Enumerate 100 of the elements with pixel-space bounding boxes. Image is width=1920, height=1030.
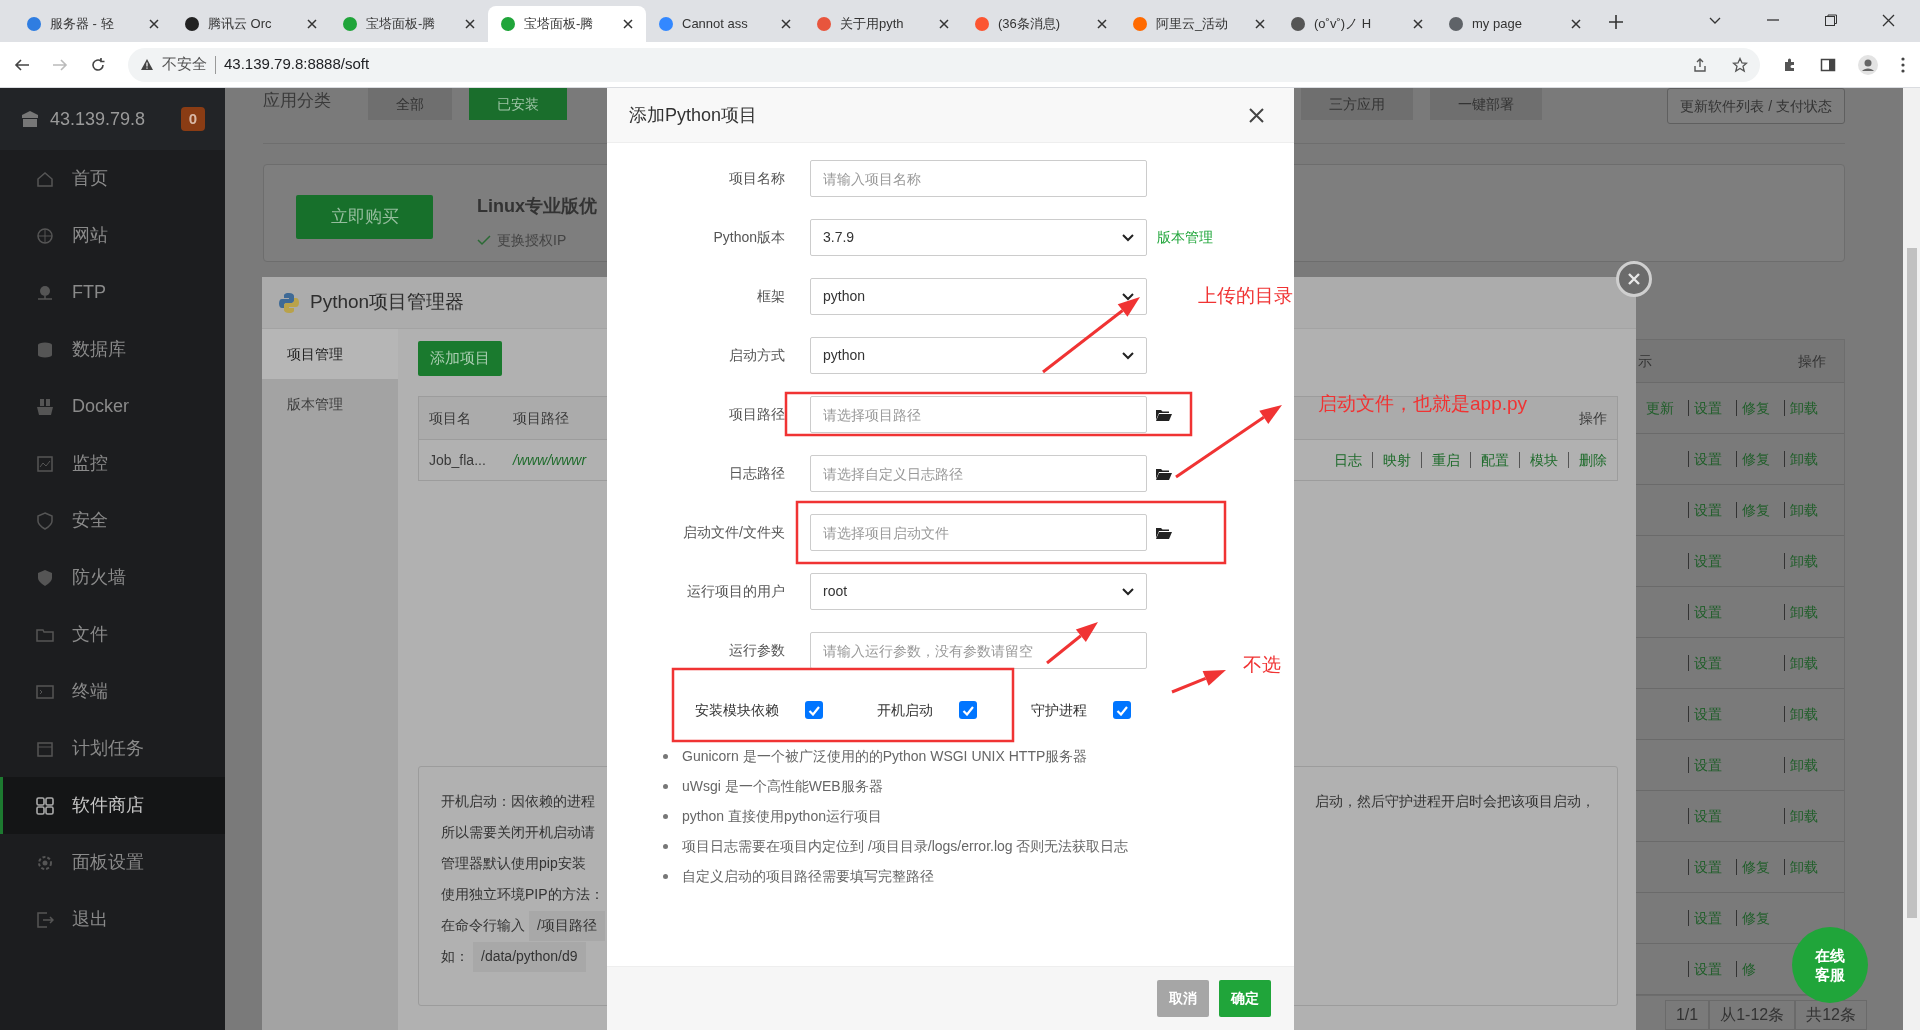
action-link[interactable]: 设置 [1694, 601, 1722, 623]
profile-icon[interactable] [1858, 54, 1878, 75]
action-link[interactable]: 日志 [1334, 449, 1362, 471]
browser-tab[interactable]: (36条消息) [962, 6, 1120, 42]
select-field[interactable]: root [810, 573, 1147, 610]
sidebar-item[interactable]: 安全 [0, 492, 225, 549]
close-icon[interactable] [148, 18, 160, 30]
action-link[interactable]: 设置 [1694, 397, 1722, 419]
buy-button[interactable]: 立即购买 [296, 194, 433, 239]
action-link[interactable]: 卸载 [1790, 703, 1818, 725]
sidebar-toggle-icon[interactable] [1820, 56, 1836, 73]
input-field[interactable]: 请输入项目名称 [810, 160, 1147, 197]
action-link[interactable]: 修复 [1742, 856, 1770, 878]
action-link[interactable]: 卸载 [1790, 448, 1818, 470]
action-link[interactable]: 设置 [1694, 907, 1722, 929]
select-field[interactable]: python [810, 278, 1147, 315]
sidebar-item[interactable]: 退出 [0, 891, 225, 948]
sidebar-item[interactable]: 文件 [0, 606, 225, 663]
nav-tab[interactable]: 项目管理 [262, 329, 398, 379]
sidebar-item[interactable]: 计划任务 [0, 720, 225, 777]
action-link[interactable]: 修复 [1742, 397, 1770, 419]
action-link[interactable]: 卸载 [1790, 652, 1818, 674]
close-icon[interactable] [1570, 18, 1582, 30]
close-button[interactable] [1616, 261, 1652, 297]
input-field[interactable]: 请输入运行参数，没有参数请留空 [810, 632, 1147, 669]
action-link[interactable]: 设置 [1694, 958, 1722, 980]
action-link[interactable]: 卸载 [1790, 601, 1818, 623]
sidebar-item[interactable]: 首页 [0, 150, 225, 207]
action-link[interactable]: 删除 [1579, 449, 1607, 471]
version-link[interactable]: 版本管理 [1157, 227, 1213, 248]
close-icon[interactable] [1096, 18, 1108, 30]
close-icon[interactable] [1254, 18, 1266, 30]
action-link[interactable]: 修 [1742, 958, 1756, 980]
action-link[interactable]: 模块 [1530, 449, 1558, 471]
action-link[interactable]: 设置 [1694, 550, 1722, 572]
close-icon[interactable] [938, 18, 950, 30]
input-field[interactable]: 请选择自定义日志路径 [810, 455, 1147, 492]
action-link[interactable]: 重启 [1432, 449, 1460, 471]
close-icon[interactable] [1412, 18, 1424, 30]
add-project-button[interactable]: 添加项目 [418, 341, 502, 376]
browser-tab[interactable]: (o˚v˚)ノ H [1278, 6, 1436, 42]
filter-tab[interactable]: 已安装 [469, 88, 567, 120]
action-link[interactable]: 设置 [1694, 703, 1722, 725]
action-link[interactable]: 修复 [1742, 907, 1770, 929]
select-field[interactable]: python [810, 337, 1147, 374]
notification-badge[interactable]: 0 [181, 107, 205, 131]
folder-icon[interactable] [1155, 525, 1173, 540]
close-icon[interactable] [464, 18, 476, 30]
action-link[interactable]: 卸载 [1790, 754, 1818, 776]
browser-tab[interactable]: 腾讯云 Orc [172, 6, 330, 42]
dialog-button[interactable]: 确定 [1219, 980, 1271, 1017]
action-link[interactable]: 卸载 [1790, 550, 1818, 572]
folder-icon[interactable] [1155, 466, 1173, 481]
action-link[interactable]: 配置 [1481, 449, 1509, 471]
select-field[interactable]: 3.7.9 [810, 219, 1147, 256]
sidebar-item[interactable]: 防火墙 [0, 549, 225, 606]
action-link[interactable]: 卸载 [1790, 397, 1818, 419]
close-icon[interactable] [780, 18, 792, 30]
checkbox[interactable] [1113, 701, 1131, 719]
action-link[interactable]: 设置 [1694, 754, 1722, 776]
sidebar-item[interactable]: 软件商店 [0, 777, 225, 834]
checkbox[interactable] [959, 701, 977, 719]
close-icon[interactable] [306, 18, 318, 30]
sidebar-item[interactable]: 终端 [0, 663, 225, 720]
browser-tab[interactable]: 宝塔面板-腾 [488, 6, 646, 42]
browser-tab[interactable]: 阿里云_活动 [1120, 6, 1278, 42]
star-icon[interactable] [1732, 56, 1748, 73]
sidebar-item[interactable]: FTP [0, 264, 225, 321]
action-link[interactable]: 设置 [1694, 499, 1722, 521]
chat-button[interactable]: 在线客服 [1792, 927, 1868, 1003]
back-icon[interactable] [14, 56, 30, 73]
action-link[interactable]: 修复 [1742, 448, 1770, 470]
restore-icon[interactable] [1824, 14, 1838, 26]
action-link[interactable]: 卸载 [1790, 805, 1818, 827]
folder-icon[interactable] [1155, 407, 1173, 422]
input-field[interactable]: 请选择项目启动文件 [810, 514, 1147, 551]
action-link[interactable]: 修复 [1742, 499, 1770, 521]
sidebar-item[interactable]: Docker [0, 378, 225, 435]
browser-tab[interactable]: 服务器 - 轻 [14, 6, 172, 42]
share-icon[interactable] [1692, 56, 1708, 73]
reload-icon[interactable] [90, 56, 106, 73]
close-icon[interactable] [622, 18, 634, 30]
action-link[interactable]: 设置 [1694, 448, 1722, 470]
action-link[interactable]: 卸载 [1790, 499, 1818, 521]
action-link[interactable]: 设置 [1694, 856, 1722, 878]
close-window-icon[interactable] [1882, 14, 1896, 28]
address-field[interactable]: 不安全 43.139.79.8:8888/soft [128, 47, 1760, 82]
action-link[interactable]: 更新 [1646, 397, 1674, 419]
scrollbar[interactable] [1903, 88, 1920, 1030]
close-icon[interactable] [1249, 107, 1264, 123]
action-link[interactable]: 设置 [1694, 805, 1722, 827]
browser-tab[interactable]: Cannot ass [646, 6, 804, 42]
checkbox[interactable] [805, 701, 823, 719]
filter-tab[interactable]: 一键部署 [1430, 88, 1542, 120]
browser-tab[interactable]: my page [1436, 6, 1594, 42]
action-link[interactable]: 设置 [1694, 652, 1722, 674]
pagination-item[interactable]: 从1-12条 [1709, 1000, 1796, 1030]
path-link[interactable]: /www/wwwr [513, 449, 587, 471]
sidebar-item[interactable]: 面板设置 [0, 834, 225, 891]
new-tab-icon[interactable] [1608, 14, 1624, 30]
